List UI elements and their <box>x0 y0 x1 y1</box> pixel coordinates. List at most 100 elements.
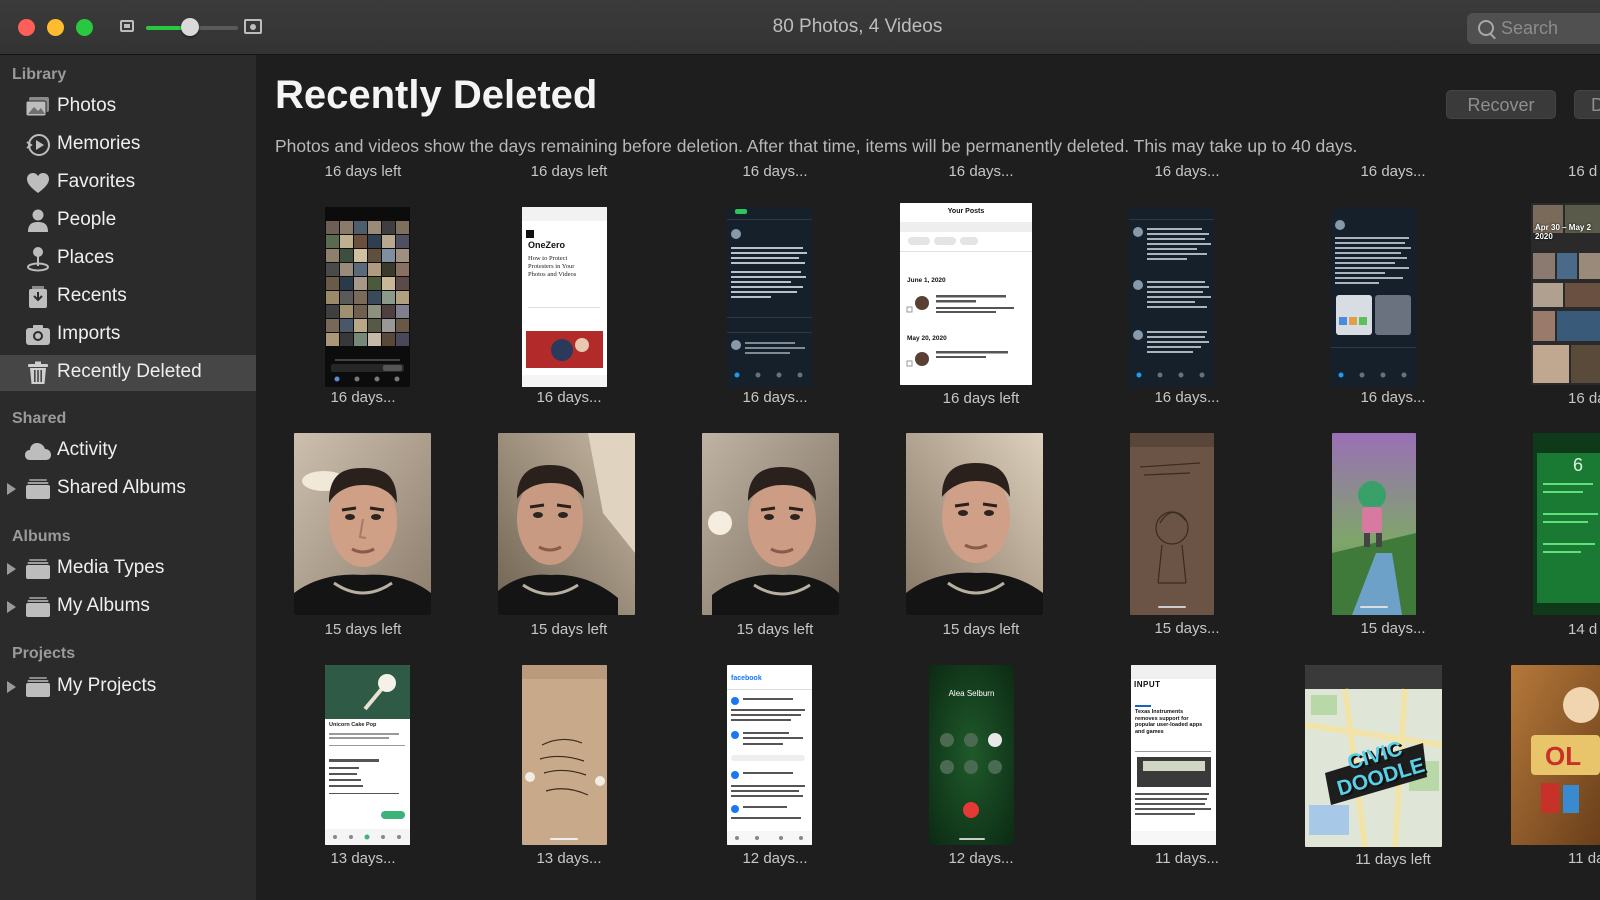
sidebar-item-favorites[interactable]: Favorites <box>0 165 256 201</box>
sidebar-item-label: Imports <box>57 323 121 344</box>
photo-thumbnail[interactable]: Unicorn Cake Pop <box>325 665 410 845</box>
tile-label: 16 days... <box>1360 389 1426 406</box>
tile-label: 15 days left <box>324 621 402 638</box>
photo-thumbnail[interactable]: 6 <box>1533 433 1600 615</box>
tile-label: 16 days... <box>536 389 602 406</box>
posts-date: June 1, 2020 <box>907 277 946 284</box>
photo-thumbnail[interactable] <box>1130 433 1214 615</box>
photo-thumbnail[interactable] <box>1332 433 1416 615</box>
sidebar-item-photos[interactable]: Photos <box>0 89 256 125</box>
person-icon <box>24 208 52 234</box>
tile-label: 13 days... <box>330 850 396 867</box>
tile-label: 16 days... <box>1154 389 1220 406</box>
tile-label: 16 da <box>1568 390 1600 407</box>
sidebar-item-label: Shared Albums <box>57 477 186 498</box>
tile-label: 11 days... <box>1155 850 1219 867</box>
tile-label: 16 days... <box>1154 163 1220 180</box>
page-title: Recently Deleted <box>275 73 598 117</box>
disclosure-triangle-icon[interactable] <box>7 601 16 613</box>
photo-thumbnail[interactable] <box>522 665 607 845</box>
article-headline: How to Protect Protesters in Your Photos… <box>528 255 577 278</box>
sidebar-item-my-albums[interactable]: My Albums <box>0 589 256 625</box>
section-albums: Albums <box>12 528 71 545</box>
photo-thumbnail[interactable]: OneZero How to Protect Protesters in You… <box>522 207 607 387</box>
photo-thumbnail[interactable]: Apr 30 – May 2 2020 <box>1531 203 1600 385</box>
tile-label: 13 days... <box>536 850 602 867</box>
svg-text:OL: OL <box>1545 741 1581 771</box>
sidebar-item-recents[interactable]: Recents <box>0 279 256 315</box>
photo-thumbnail[interactable]: Alea Selburn <box>929 665 1014 845</box>
photo-thumbnail[interactable] <box>1331 207 1416 387</box>
sidebar-item-recently-deleted[interactable]: Recently Deleted <box>0 355 256 391</box>
sidebar-item-label: Recently Deleted <box>57 361 202 382</box>
sidebar-item-label: Places <box>57 247 115 268</box>
sidebar-item-activity[interactable]: Activity <box>0 433 256 469</box>
map-pin-icon <box>24 246 52 272</box>
section-library: Library <box>12 66 67 83</box>
sidebar-item-label: Memories <box>57 133 141 154</box>
folder-icon <box>24 476 52 502</box>
sidebar-item-label: My Projects <box>57 675 157 696</box>
disclosure-triangle-icon[interactable] <box>7 681 16 693</box>
disclosure-triangle-icon[interactable] <box>7 563 16 575</box>
folder-icon <box>24 556 52 582</box>
photo-thumbnail[interactable] <box>906 433 1043 615</box>
tile-label: 16 days... <box>948 163 1014 180</box>
photo-thumbnail[interactable] <box>294 433 431 615</box>
sidebar-item-my-projects[interactable]: My Projects <box>0 669 256 705</box>
article-publication: INPUT <box>1134 680 1161 689</box>
recover-button[interactable]: Recover <box>1446 90 1556 119</box>
sidebar-item-shared-albums[interactable]: Shared Albums <box>0 471 256 507</box>
tile-label: 16 days... <box>1360 163 1426 180</box>
tile-label: 15 days... <box>1360 620 1426 637</box>
tile-label: 16 days... <box>742 163 808 180</box>
cloud-icon <box>24 438 52 464</box>
photo-thumbnail[interactable] <box>727 207 812 387</box>
facebook-logo: facebook <box>731 675 762 682</box>
sidebar-item-label: Favorites <box>57 171 136 192</box>
svg-text:6: 6 <box>1573 455 1583 475</box>
photo-thumbnail[interactable]: OL <box>1511 665 1600 845</box>
photo-thumbnail[interactable] <box>498 433 635 615</box>
photo-thumbnail[interactable]: CIVIC DOODLE <box>1305 665 1442 847</box>
sidebar-item-label: Photos <box>57 95 117 116</box>
photo-thumbnail[interactable]: INPUT Texas Instruments removes support … <box>1131 665 1216 845</box>
tile-label: 12 days... <box>948 850 1014 867</box>
sidebar: Library Photos Memories Favorites People… <box>0 55 257 900</box>
photo-browser: Recently Deleted Recover D Photos and vi… <box>256 55 1600 900</box>
posts-date: May 20, 2020 <box>907 335 947 342</box>
posts-header: Your Posts <box>947 208 985 215</box>
tile-label: 15 days left <box>942 621 1020 638</box>
delete-button[interactable]: D <box>1574 90 1600 119</box>
photo-thumbnail[interactable]: Your Posts June 1, 2020 May 20, 2020 <box>900 203 1032 385</box>
sidebar-item-label: Activity <box>57 439 118 460</box>
article-headline: Texas Instruments removes support for po… <box>1135 709 1203 735</box>
caller-name: Alea Selburn <box>948 689 995 698</box>
tile-label: 11 days left <box>1355 851 1431 868</box>
section-shared: Shared <box>12 410 67 427</box>
photo-thumbnail[interactable] <box>325 207 410 387</box>
window-title: 80 Photos, 4 Videos <box>772 16 943 37</box>
sidebar-item-people[interactable]: People <box>0 203 256 239</box>
sidebar-item-media-types[interactable]: Media Types <box>0 551 256 587</box>
recents-icon <box>24 284 52 310</box>
trash-icon <box>24 360 52 386</box>
deletion-description: Photos and videos show the days remainin… <box>275 136 1358 156</box>
photo-thumbnail[interactable] <box>702 433 839 615</box>
sidebar-item-label: Recents <box>57 285 127 306</box>
photo-thumbnail[interactable]: facebook <box>727 665 812 845</box>
photos-icon <box>24 94 52 120</box>
sidebar-item-memories[interactable]: Memories <box>0 127 256 163</box>
sidebar-item-imports[interactable]: Imports <box>0 317 256 353</box>
section-projects: Projects <box>12 645 76 662</box>
search-icon <box>1478 20 1494 36</box>
tile-label: 15 days left <box>736 621 814 638</box>
collage-date: Apr 30 – May 2 2020 <box>1535 223 1592 241</box>
sidebar-item-places[interactable]: Places <box>0 241 256 277</box>
photo-thumbnail[interactable] <box>1129 207 1214 387</box>
folder-icon <box>24 594 52 620</box>
disclosure-triangle-icon[interactable] <box>7 483 16 495</box>
tile-label: 11 da <box>1568 850 1600 867</box>
search-field[interactable]: Search <box>1467 13 1600 44</box>
tile-label: 16 days left <box>530 163 608 180</box>
